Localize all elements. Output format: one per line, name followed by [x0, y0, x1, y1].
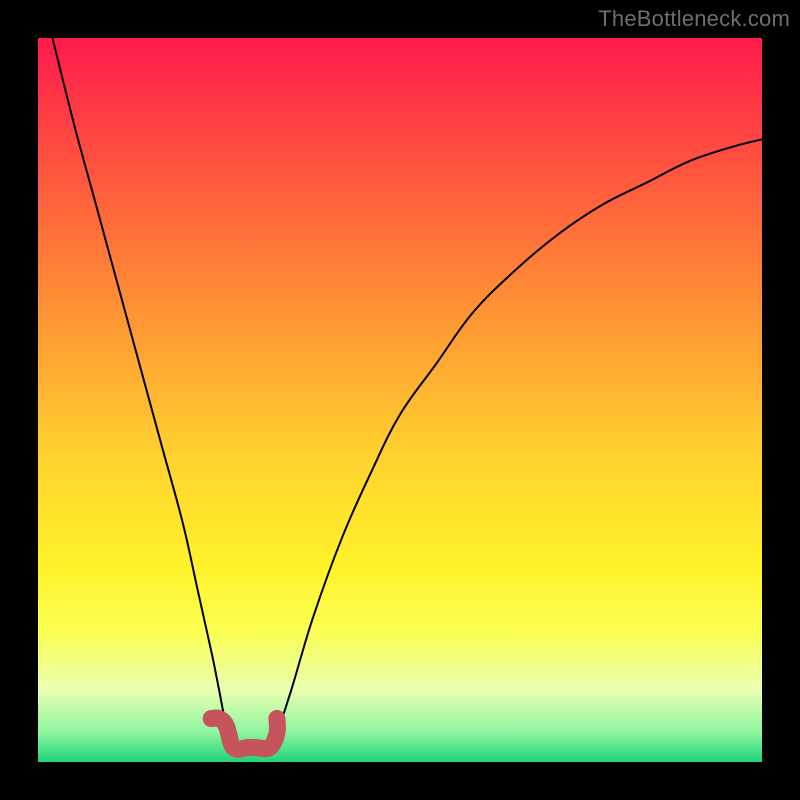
chart-frame: TheBottleneck.com: [0, 0, 800, 800]
overlay-endpoint-dot: [203, 710, 220, 727]
watermark-text: TheBottleneck.com: [598, 6, 790, 32]
plot-area: [38, 38, 762, 762]
gradient-background: [38, 38, 762, 762]
bottleneck-chart: [38, 38, 762, 762]
overlay-endpoint-dot: [268, 710, 285, 727]
